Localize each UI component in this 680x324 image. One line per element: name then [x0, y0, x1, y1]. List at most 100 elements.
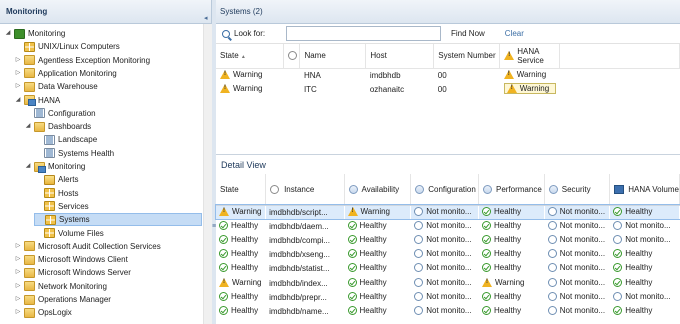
host-cell: imdbhdb [369, 70, 401, 80]
detail-header-instance[interactable]: Instance [265, 174, 345, 206]
tree-item-agentless-exception-monitoring[interactable]: ▷ Agentless Exception Monitoring [14, 54, 150, 67]
state-cell: Warning [216, 68, 284, 82]
expand-toggle-icon[interactable]: ▷ [14, 67, 22, 80]
table-row[interactable]: Healthy imdbhdb/name... Healthy Not monito.… [216, 304, 680, 318]
hana-volume-cell: Not monito... [610, 219, 680, 233]
table-row[interactable]: Warning imdbhdb/index... Healthy Not monito… [216, 276, 680, 290]
detail-header-availability[interactable]: Availability [344, 174, 412, 206]
hana-volume-cell: Healthy [610, 262, 680, 276]
tree-item-landscape[interactable]: Landscape [34, 133, 97, 146]
tree-item-unix-linux-computers[interactable]: UNIX/Linux Computers [14, 40, 120, 53]
tree-item-configuration[interactable]: Configuration [24, 107, 96, 120]
tree-item-monitoring[interactable]: ◢ Monitoring [24, 160, 85, 173]
table-row[interactable]: Healthy imdbhdb/xseng... Healthy Not monito… [216, 248, 680, 262]
name-cell: ITC [303, 84, 317, 94]
healthy-check-icon [613, 206, 623, 216]
detail-header-hana-volume[interactable]: HANA Volume [609, 174, 680, 206]
detail-header-security[interactable]: Security [544, 174, 611, 206]
healthy-check-icon [347, 220, 357, 230]
column-header-empty [559, 44, 680, 69]
expand-toggle-icon[interactable]: ▷ [14, 54, 22, 67]
tree-item-microsoft-audit-collection-services[interactable]: ▷ Microsoft Audit Collection Services [14, 240, 161, 253]
tree-item-alerts[interactable]: Alerts [34, 173, 78, 186]
detail-header-state[interactable]: State [216, 174, 267, 206]
availability-cell: Healthy [344, 219, 411, 233]
expand-toggle-icon[interactable]: ▷ [14, 253, 22, 266]
search-icon [222, 29, 230, 38]
performance-cell: Warning [478, 276, 544, 290]
collapse-pane-icon[interactable]: ◂ [204, 14, 208, 22]
expand-toggle-icon[interactable]: ▷ [14, 280, 22, 293]
tree-item-label: Monitoring [48, 162, 86, 171]
warning-icon [220, 83, 230, 93]
look-for-input[interactable] [286, 26, 441, 41]
expand-toggle-icon[interactable]: ▷ [14, 80, 22, 93]
tree-item-microsoft-windows-server[interactable]: ▷ Microsoft Windows Server [14, 266, 131, 279]
clear-link[interactable]: Clear [505, 29, 524, 38]
status-text: Not monito... [625, 291, 671, 301]
status-text: Warning [233, 83, 263, 93]
status-text: Healthy [493, 305, 522, 315]
table-row[interactable]: Healthy imdbhdb/compi... Healthy Not monito… [216, 233, 680, 247]
maintenance-mode-icon [288, 51, 298, 61]
column-header-host[interactable]: Host [365, 44, 435, 69]
tree-item-label: Alerts [58, 175, 79, 185]
tree-item-systems[interactable]: Systems [34, 213, 202, 227]
find-now-button[interactable]: Find Now [451, 29, 485, 38]
tree-item-dashboards[interactable]: ◢ Dashboards [24, 120, 91, 133]
expand-toggle-icon[interactable]: ▷ [14, 266, 22, 279]
table-row[interactable]: Warning ITC ozhanaitc 00 Warning [216, 82, 680, 96]
status-text: Not monito... [559, 206, 606, 216]
expand-toggle-icon[interactable]: ◢ [14, 94, 22, 107]
status-text: Healthy [493, 291, 522, 301]
healthy-check-icon [219, 249, 228, 259]
healthy-check-icon [613, 263, 623, 273]
performance-cell: Healthy [478, 219, 544, 233]
expand-toggle-icon[interactable]: ▷ [14, 293, 22, 306]
expand-toggle-icon[interactable]: ▷ [14, 306, 22, 319]
tree-item-operations-manager[interactable]: ▷ Operations Manager [14, 293, 111, 306]
tree-item-systems-health[interactable]: Systems Health [34, 147, 114, 160]
tree-item-application-monitoring[interactable]: ▷ Application Monitoring [14, 67, 117, 80]
column-header-state[interactable]: State ▲ [216, 44, 285, 69]
tree-item-monitoring[interactable]: ◢ Monitoring [4, 27, 65, 40]
look-for-label: Look for: [234, 29, 266, 38]
maintenance-mode-icon [270, 184, 280, 194]
column-header-system-number[interactable]: System Number [433, 44, 501, 69]
tree-item-hana[interactable]: ◢ HANA [14, 94, 60, 107]
table-row[interactable]: Healthy imdbhdb/daem... Healthy Not monito.… [216, 219, 680, 233]
system-number-cell: 00 [437, 70, 447, 80]
column-header-hana-service[interactable]: HANA Service [499, 44, 561, 69]
table-row[interactable]: Warning HNA imdbhdb 00 Warning [216, 68, 680, 82]
tree-item-microsoft-windows-client[interactable]: ▷ Microsoft Windows Client [14, 253, 128, 266]
status-text: Healthy [625, 277, 653, 287]
tree-item-network-monitoring[interactable]: ▷ Network Monitoring [14, 280, 107, 293]
status-text: Healthy [625, 206, 653, 216]
detail-header-performance[interactable]: Performance [478, 174, 545, 206]
table-row[interactable]: Healthy imdbhdb/prepr... Healthy Not monito… [216, 290, 680, 304]
expand-toggle-icon[interactable]: ▷ [14, 240, 22, 253]
expand-toggle-icon[interactable]: ◢ [4, 27, 12, 40]
performance-cell: Healthy [478, 248, 544, 262]
status-text: Not monito... [559, 220, 606, 230]
table-row[interactable]: Warningimdbhdb/script...WarningNot monit… [215, 203, 680, 221]
column-header-maintenance[interactable] [283, 44, 301, 69]
tree-item-volume-files[interactable]: Volume Files [34, 227, 104, 240]
performance-cell: Healthy [478, 304, 544, 318]
tree-item-opslogix[interactable]: ▷ OpsLogix [14, 306, 72, 319]
navigation-scrollbar[interactable] [203, 24, 212, 324]
table-row[interactable]: Healthy imdbhdb/statist... Healthy Not moni… [216, 262, 680, 276]
expand-toggle-icon[interactable]: ◢ [24, 160, 32, 173]
detail-header-configuration[interactable]: Configuration [410, 174, 479, 206]
status-text: Healthy [493, 220, 522, 230]
folder-icon [34, 121, 45, 132]
name-cell: HNA [303, 70, 321, 80]
status-text: Healthy [359, 249, 387, 259]
expand-toggle-icon[interactable]: ◢ [24, 120, 32, 133]
healthy-check-icon [613, 305, 623, 315]
tree-item-data-warehouse[interactable]: ▷ Data Warehouse [14, 80, 98, 93]
tree-item-hosts[interactable]: Hosts [34, 187, 78, 200]
column-header-name[interactable]: Name [299, 44, 367, 69]
security-cell: Not monito... [544, 219, 610, 233]
tree-item-services[interactable]: Services [34, 200, 89, 213]
